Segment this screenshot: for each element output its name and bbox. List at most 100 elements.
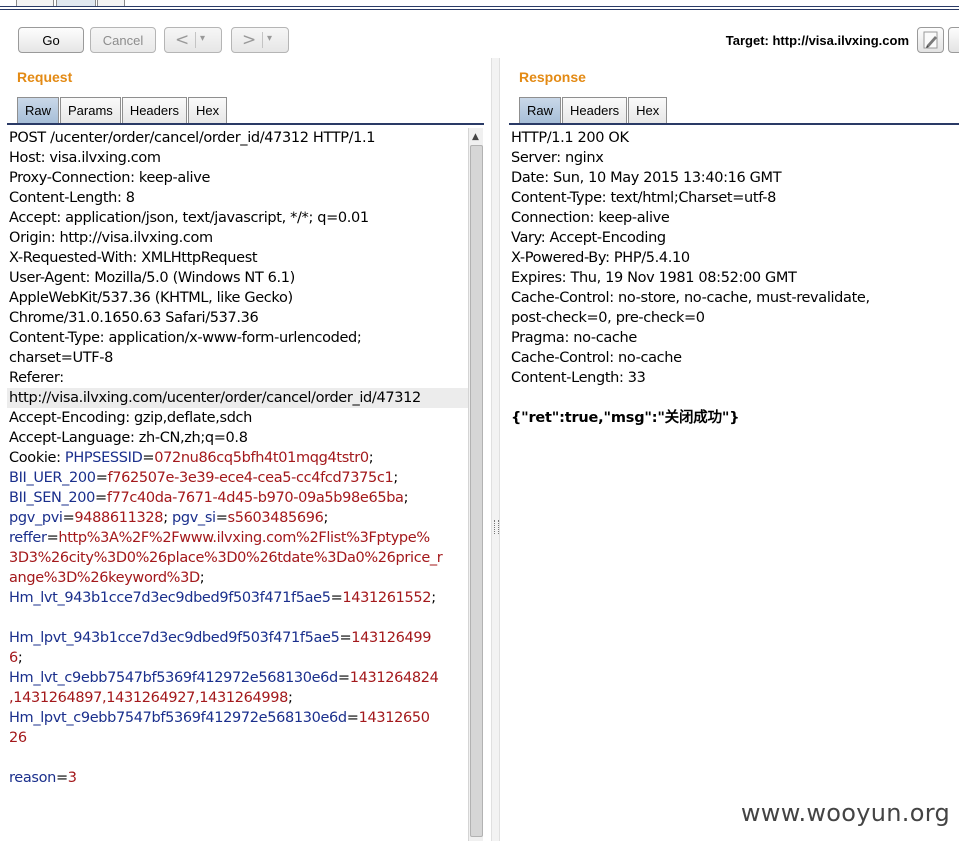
top-divider-line-2: [0, 9, 959, 10]
request-line: Content-Length: 8: [7, 188, 470, 208]
request-text: Host: visa.ilvxing.com: [9, 150, 161, 166]
request-text: =: [346, 710, 359, 726]
request-text: Cookie:: [9, 450, 65, 466]
param-name: Hm_lpvt_943b1cce7d3ec9dbed9f503f471f5ae5: [9, 630, 340, 646]
request-tab-hex[interactable]: Hex: [187, 97, 228, 123]
param-name: BII_SEN_200: [9, 490, 96, 506]
pane-splitter[interactable]: [491, 58, 500, 841]
request-editor[interactable]: POST /ucenter/order/cancel/order_id/4731…: [7, 128, 470, 841]
request-line: X-Requested-With: XMLHttpRequest: [7, 248, 470, 268]
request-text: ;: [163, 510, 172, 526]
top-divider-line: [0, 6, 959, 7]
watermark: www.wooyun.org: [740, 799, 950, 827]
request-line: BII_SEN_200=f77c40da-7671-4d45-b970-09a5…: [7, 488, 470, 508]
response-line: Server: nginx: [511, 150, 604, 166]
request-text: =: [142, 450, 155, 466]
response-tab-raw[interactable]: Raw: [519, 97, 562, 123]
request-scrollbar[interactable]: ▲: [468, 128, 483, 841]
scroll-up-icon[interactable]: ▲: [472, 132, 479, 142]
request-line: ange%3D%26keyword%3D;: [7, 568, 470, 588]
request-line: Chrome/31.0.1650.63 Safari/537.36: [7, 308, 470, 328]
param-value: 072nu86cq5bfh4t01mqg4tstr0: [154, 450, 369, 466]
request-line: Cookie: PHPSESSID=072nu86cq5bfh4t01mqg4t…: [7, 448, 470, 468]
chevron-down-icon[interactable]: ▾: [200, 33, 205, 44]
request-text: Origin: http://visa.ilvxing.com: [9, 230, 213, 246]
request-line: AppleWebKit/537.36 (KHTML, like Gecko): [7, 288, 470, 308]
request-line: Hm_lpvt_c9ebb7547bf5369f412972e568130e6d…: [7, 708, 470, 728]
param-value: ange%3D%26keyword%3D: [9, 570, 200, 586]
request-line: Host: visa.ilvxing.com: [7, 148, 470, 168]
request-tabs: Raw Params Headers Hex: [17, 97, 228, 123]
param-value: 143126499: [351, 630, 432, 646]
chevron-down-icon[interactable]: ▾: [267, 33, 272, 44]
request-text: ;: [17, 650, 23, 666]
param-value: 1431261552: [342, 590, 432, 606]
edit-target-button[interactable]: [917, 27, 944, 53]
request-text: ;: [368, 450, 374, 466]
response-tab-hex[interactable]: Hex: [628, 97, 668, 123]
request-text: Accept-Encoding: gzip,deflate,sdch: [9, 410, 253, 426]
response-viewer[interactable]: HTTP/1.1 200 OK Server: nginx Date: Sun, 1…: [509, 128, 959, 841]
response-line: X-Powered-By: PHP/5.4.10: [511, 250, 690, 266]
response-line: HTTP/1.1 200 OK: [511, 130, 629, 146]
request-line: pgv_pvi=9488611328; pgv_si=s5603485696;: [7, 508, 470, 528]
forward-button[interactable]: > ▾: [231, 27, 289, 53]
request-text: =: [215, 510, 228, 526]
param-name: Hm_lpvt_c9ebb7547bf5369f412972e568130e6d: [9, 710, 347, 726]
request-text: ;: [199, 570, 205, 586]
request-tab-raw[interactable]: Raw: [17, 97, 60, 123]
param-name: BII_UER_200: [9, 470, 96, 486]
request-line: POST /ucenter/order/cancel/order_id/4731…: [7, 128, 470, 148]
help-button[interactable]: [948, 27, 959, 53]
cancel-button[interactable]: Cancel: [90, 27, 156, 53]
param-name: Hm_lvt_943b1cce7d3ec9dbed9f503f471f5ae5: [9, 590, 331, 606]
request-text: Content-Type: application/x-www-form-url…: [9, 330, 362, 346]
response-line: Date: Sun, 10 May 2015 13:40:16 GMT: [511, 170, 782, 186]
request-text: =: [95, 490, 107, 506]
request-line: Referer:: [7, 368, 470, 388]
request-text: charset=UTF-8: [9, 350, 114, 366]
request-line: reason=3: [7, 768, 470, 788]
response-tabs: Raw Headers Hex: [519, 97, 668, 123]
param-value: 3D3%26city%3D0%26place%3D0%26tdate%3Da0%…: [9, 550, 443, 566]
request-line: Origin: http://visa.ilvxing.com: [7, 228, 470, 248]
response-line: [509, 388, 959, 408]
response-line: Expires: Thu, 19 Nov 1981 08:52:00 GMT: [511, 270, 797, 286]
request-tab-headers[interactable]: Headers: [121, 97, 187, 123]
request-text: ;: [431, 590, 436, 606]
request-text: =: [337, 670, 350, 686]
param-name: pgv_si: [171, 510, 216, 526]
response-tab-headers[interactable]: Headers: [562, 97, 628, 123]
param-value: 9488611328: [74, 510, 164, 526]
response-line: Connection: keep-alive: [511, 210, 670, 226]
request-line: [7, 608, 470, 628]
request-line: 26: [7, 728, 470, 748]
splitter-grip-icon[interactable]: [494, 520, 499, 534]
request-line: ,1431264897,1431264927,1431264998;: [7, 688, 470, 708]
request-text: http://visa.ilvxing.com/ucenter/order/ca…: [9, 390, 421, 406]
chevron-right-icon: >: [242, 30, 257, 50]
response-tab-underline: [509, 123, 959, 125]
request-text: =: [339, 630, 352, 646]
request-text: POST /ucenter/order/cancel/order_id/4731…: [9, 130, 376, 146]
request-line: Accept-Language: zh-CN,zh;q=0.8: [7, 428, 470, 448]
scrollbar-thumb[interactable]: [470, 145, 483, 837]
request-text: AppleWebKit/537.36 (KHTML, like Gecko): [9, 290, 293, 306]
response-line: Pragma: no-cache: [511, 330, 637, 346]
param-name: pgv_pvi: [9, 510, 63, 526]
param-value: ,1431264897,1431264927,1431264998: [9, 690, 289, 706]
param-value: f77c40da-7671-4d45-b970-09a5b98e65ba: [106, 490, 404, 506]
response-line: Content-Type: text/html;Charset=utf-8: [511, 190, 776, 206]
go-button[interactable]: Go: [18, 27, 84, 53]
request-line: Content-Type: application/x-www-form-url…: [7, 328, 470, 348]
request-text: ;: [393, 470, 398, 486]
request-text: =: [46, 530, 59, 546]
pencil-icon: [923, 31, 938, 49]
request-text: ;: [403, 490, 409, 506]
request-text: Accept: application/json, text/javascrip…: [9, 210, 369, 226]
back-button[interactable]: < ▾: [164, 27, 222, 53]
request-tab-params[interactable]: Params: [60, 97, 121, 123]
request-text: Content-Length: 8: [9, 190, 135, 206]
request-line: reffer=http%3A%2F%2Fwww.ilvxing.com%2Fli…: [7, 528, 470, 548]
request-text: ;: [323, 510, 329, 526]
